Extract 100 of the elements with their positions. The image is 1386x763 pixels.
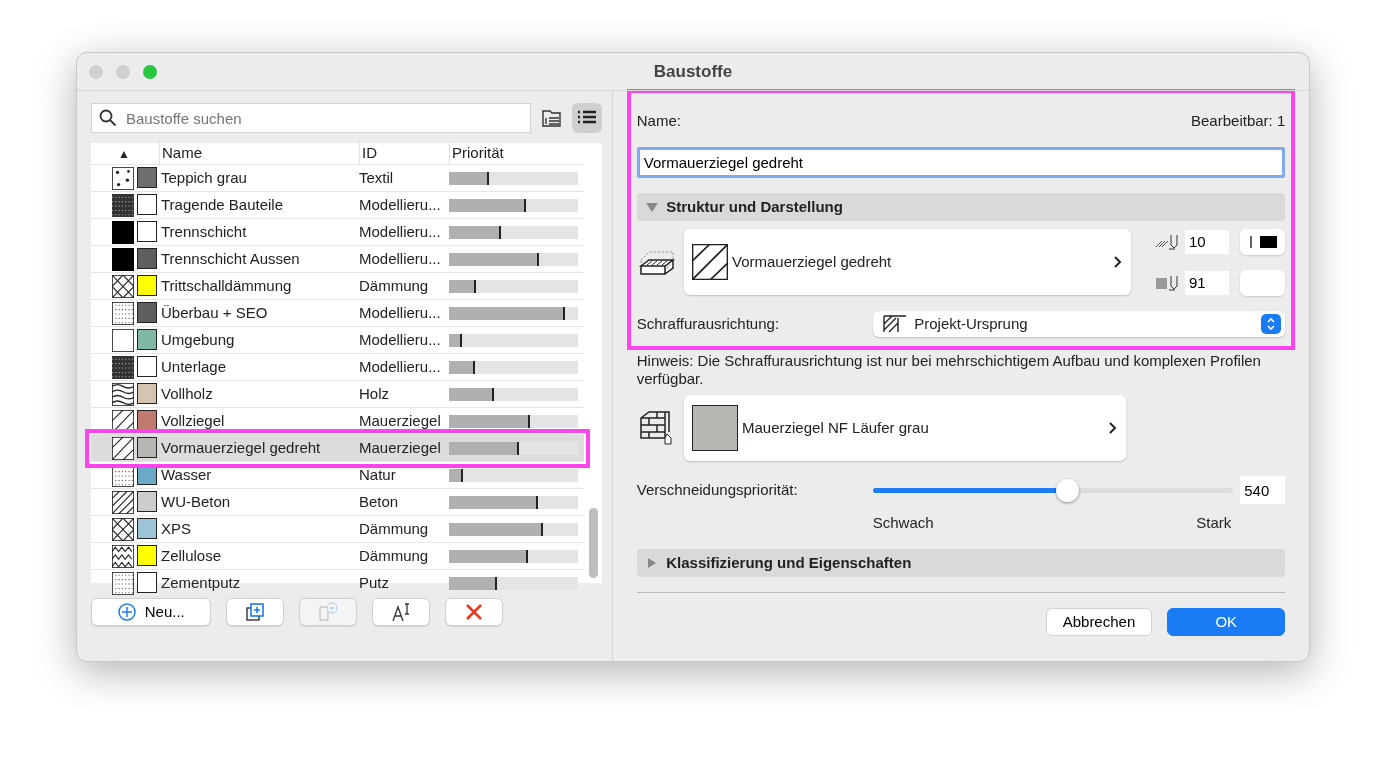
table-cell-text: Holz xyxy=(359,383,390,404)
hatch-pattern-icon xyxy=(692,244,729,281)
slider-thumb[interactable] xyxy=(1056,478,1080,502)
name-field[interactable]: Vormauerziegel gedreht xyxy=(636,147,1286,179)
hatch-pattern-icon xyxy=(112,490,134,514)
table-cell-text: Dämmung xyxy=(359,545,430,566)
table-row[interactable]: Unterlage Modellieru... xyxy=(91,354,584,381)
delete-button[interactable] xyxy=(445,598,503,626)
table-row[interactable]: Teppich grau Textil xyxy=(91,165,584,192)
text-cursor-icon xyxy=(391,602,411,622)
line-style-icon xyxy=(1247,234,1278,249)
close-icon xyxy=(464,602,484,622)
table-cell-text: Umgebung xyxy=(160,329,236,350)
scale-max-label: Stark xyxy=(1196,512,1232,533)
chevron-right-icon xyxy=(1108,421,1119,436)
column-header[interactable]: Priorität xyxy=(449,142,578,165)
hatch-pattern-icon xyxy=(112,355,134,379)
cancel-button[interactable]: Abbrechen xyxy=(1045,608,1153,637)
hatch-pattern-icon xyxy=(112,274,134,298)
table-cell-text: Wasser xyxy=(160,464,213,485)
table-row[interactable]: Zementputz Putz xyxy=(91,570,584,597)
hatch-pattern-icon xyxy=(112,328,134,352)
hatch-pattern-icon xyxy=(112,193,134,217)
table-cell-text: Trennschicht xyxy=(160,221,248,242)
editable-count: Bearbeitbar: 1 xyxy=(1191,110,1286,131)
table-row[interactable]: Trennschicht Modellieru... xyxy=(91,219,584,246)
table-row[interactable]: Vollholz Holz xyxy=(91,381,584,408)
duplicate-icon xyxy=(245,602,265,622)
chevron-right-icon xyxy=(1112,255,1123,270)
folder-plus-icon xyxy=(318,602,338,622)
table-cell-text: Modellieru... xyxy=(359,302,442,323)
column-header[interactable]: ID xyxy=(359,142,447,165)
table-cell-text: Putz xyxy=(359,572,390,593)
table-row[interactable]: Wasser Natur xyxy=(91,462,584,489)
hatch-pattern-icon xyxy=(112,544,134,568)
ok-button[interactable]: OK xyxy=(1167,608,1286,637)
table-cell-text: Überbau + SEO xyxy=(160,302,269,323)
hatch-pattern-icon xyxy=(112,220,134,244)
table-cell-text: Textil xyxy=(359,167,395,188)
priority-slider[interactable] xyxy=(872,478,1233,502)
table-cell-text: Modellieru... xyxy=(359,194,442,215)
sort-indicator[interactable]: ▲ xyxy=(91,144,159,163)
table-cell-text: Trittschalldämmung xyxy=(160,275,293,296)
new-button[interactable]: Neu... xyxy=(91,598,211,626)
table-row[interactable]: Trennschicht Aussen Modellieru... xyxy=(91,246,584,273)
priority-field[interactable]: 540 xyxy=(1240,476,1286,505)
orientation-label: Schraffurausrichtung: xyxy=(636,313,781,334)
hatch-name: Vormauerziegel gedreht xyxy=(732,252,892,272)
table-cell-text: Trennschicht Aussen xyxy=(160,248,301,269)
table-cell-text: WU-Beton xyxy=(160,491,232,512)
table-cell-text: Mauerziegel xyxy=(359,410,442,431)
table-cell-text: Zellulose xyxy=(160,545,223,566)
hatch-origin-icon xyxy=(882,314,907,333)
table-cell-text: Dämmung xyxy=(359,518,430,539)
section-header[interactable]: Struktur und Darstellung xyxy=(636,193,1286,222)
table-cell-text: Modellieru... xyxy=(359,329,442,350)
hint-text: Hinweis: Die Schraffurausrichtung ist nur bei mehrschichtigem Aufbau und komplexen Profilen verfügbar. xyxy=(636,351,1262,388)
surface-selector[interactable]: Mauerziegel NF Läufer grau xyxy=(684,395,1127,462)
pen-number-field[interactable]: 10 xyxy=(1185,229,1229,254)
table-row[interactable]: WU-Beton Beton xyxy=(91,489,584,516)
table-cell-text: Tragende Bauteile xyxy=(160,194,285,215)
table-cell-text: Mauerziegel xyxy=(359,437,442,458)
hatch-pattern-icon xyxy=(112,166,134,190)
hatch-pattern-icon xyxy=(112,301,134,325)
table-cell-text: Dämmung xyxy=(359,275,430,296)
table-row[interactable]: Zellulose Dämmung xyxy=(91,543,584,570)
column-header[interactable]: Name xyxy=(159,142,359,165)
scale-min-label: Schwach xyxy=(872,512,934,533)
name-label: Name: xyxy=(636,110,681,131)
table-row[interactable]: Tragende Bauteile Modellieru... xyxy=(91,192,584,219)
table-row[interactable]: Trittschalldämmung Dämmung xyxy=(91,273,584,300)
priority-label: Verschneidungspriorität: xyxy=(636,480,799,500)
disclosure-triangle-icon xyxy=(644,201,659,214)
pen-style-box[interactable] xyxy=(1240,228,1286,255)
table-cell-text: Modellieru... xyxy=(359,248,442,269)
hatch-selector[interactable]: Vormauerziegel gedreht xyxy=(684,229,1131,296)
duplicate-button[interactable] xyxy=(226,598,284,626)
hatch-pattern-icon xyxy=(112,517,134,541)
list-view-button[interactable] xyxy=(572,103,602,133)
rename-button[interactable] xyxy=(372,598,430,626)
table-row[interactable]: Umgebung Modellieru... xyxy=(91,327,584,354)
table-row[interactable]: Überbau + SEO Modellieru... xyxy=(91,300,584,327)
section-header[interactable]: Klassifizierung und Eigenschaften xyxy=(636,549,1286,578)
table-cell-text: Natur xyxy=(359,464,397,485)
hatch-pattern-icon xyxy=(112,247,134,271)
orientation-dropdown[interactable]: Projekt-Ursprung xyxy=(872,310,1286,337)
table-cell-text: Beton xyxy=(359,491,400,512)
pen-number-field[interactable]: 91 xyxy=(1185,270,1229,295)
table-cell-text: Modellieru... xyxy=(359,356,442,377)
table-cell-text: Teppich grau xyxy=(160,167,248,188)
plus-circle-icon xyxy=(117,602,138,622)
table-cell-text: Vollziegel xyxy=(160,410,226,431)
surface-name: Mauerziegel NF Läufer grau xyxy=(742,418,929,438)
search-field[interactable]: Baustoffe suchen xyxy=(91,103,531,133)
scrollbar-thumb[interactable] xyxy=(589,508,598,578)
hatch-pattern-icon xyxy=(112,382,134,406)
window-title: Baustoffe xyxy=(653,61,733,81)
hatch-pattern-icon xyxy=(112,436,134,460)
table-cell-text: Zementputz xyxy=(160,572,242,593)
table-row[interactable]: XPS Dämmung xyxy=(91,516,584,543)
